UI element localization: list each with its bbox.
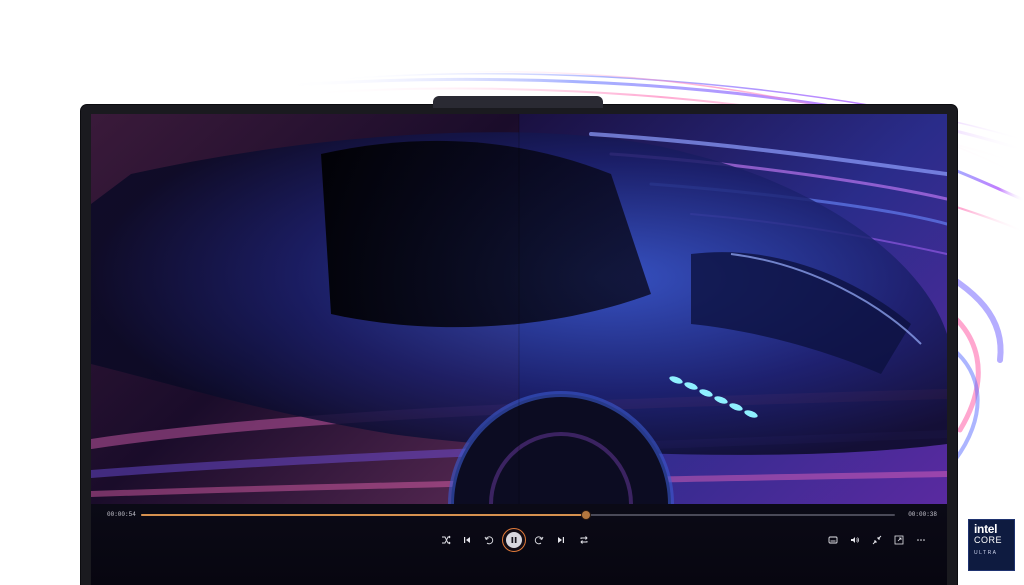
fullscreen-icon [894,535,904,545]
current-time: 00:00:54 [107,511,136,518]
minimize-button[interactable] [869,532,885,548]
fullscreen-button[interactable] [891,532,907,548]
badge-sub: ULTRA [974,550,998,556]
previous-icon [464,537,470,543]
player-controls: 00:00:54 00:00:38 [91,504,947,585]
seek-bar-progress [141,514,586,516]
shuffle-icon [442,535,451,545]
duration-time: 00:00:38 [908,511,937,518]
camera-notch [433,96,603,108]
more-icon [917,539,925,541]
subtitles-icon [828,536,838,544]
more-button[interactable] [913,532,929,548]
pause-button[interactable] [502,528,526,552]
next-button[interactable] [553,532,569,548]
subtitles-button[interactable] [825,532,841,548]
intel-core-ultra-badge: intel CORE ULTRA [968,519,1015,571]
minimize-icon [872,535,882,545]
repeat-button[interactable] [576,532,592,548]
forward-30-button[interactable] [531,532,547,548]
rewind-10-icon [484,536,494,545]
video-screen[interactable]: 00:00:54 00:00:38 [91,114,947,585]
pause-icon [511,537,517,543]
seek-bar-thumb[interactable] [581,511,590,519]
badge-line: CORE [974,535,1003,545]
shuffle-button[interactable] [438,532,454,548]
monitor-frame: 00:00:54 00:00:38 [81,96,957,585]
video-frame [91,114,947,504]
previous-button[interactable] [459,532,475,548]
repeat-icon [580,536,588,544]
badge-brand: intel [974,522,998,536]
forward-30-icon [534,536,544,545]
rewind-10-button[interactable] [481,532,497,548]
volume-icon [851,537,859,543]
seek-bar[interactable] [141,511,895,519]
volume-button[interactable] [847,532,863,548]
next-icon [558,537,564,543]
